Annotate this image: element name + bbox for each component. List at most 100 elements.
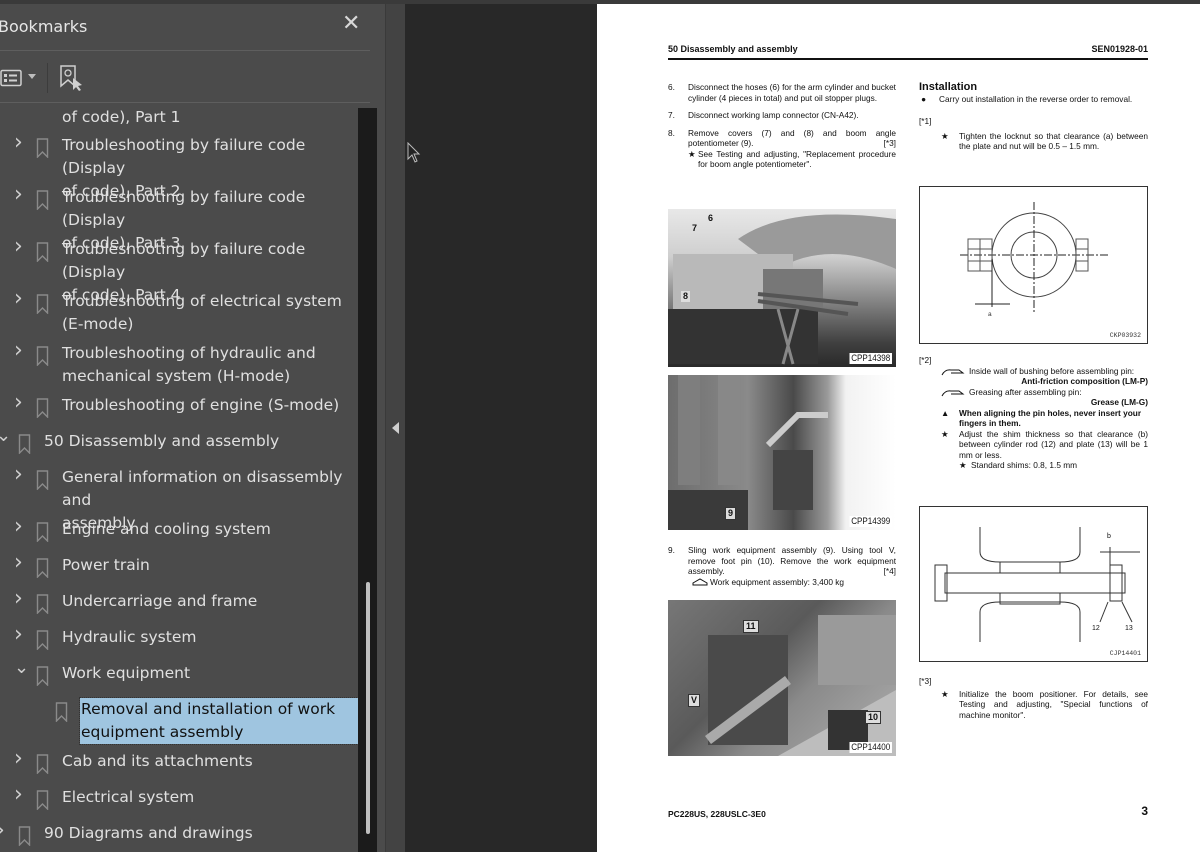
chevron-right-icon[interactable]: ›	[14, 287, 26, 310]
close-icon[interactable]: ✕	[342, 13, 362, 35]
photo-caption: CPP14398	[849, 353, 892, 364]
page-footer-model: PC228US, 228USLC-3E0	[668, 809, 766, 819]
bookmark-item[interactable]: › Power train	[0, 551, 360, 579]
chevron-right-icon[interactable]: ›	[14, 131, 26, 154]
panel-splitter[interactable]	[385, 4, 405, 852]
step-number: 7.	[668, 110, 675, 120]
chevron-right-icon[interactable]: ›	[14, 463, 26, 486]
chevron-right-icon[interactable]: ›	[14, 747, 26, 770]
step-7: 7. Disconnect working lamp connector (CN…	[668, 110, 896, 121]
bookmark-item[interactable]: ⌄ 50 Disassembly and assembly	[0, 425, 360, 455]
chevron-right-icon[interactable]: ›	[14, 551, 26, 574]
step-text: Sling work equipment assembly (9). Using…	[688, 545, 896, 576]
bookmark-label: 50 Disassembly and assembly	[44, 430, 358, 453]
figure-caption: CKP03932	[1109, 332, 1141, 339]
bookmark-item[interactable]: › Troubleshooting by failure code (Displa…	[0, 235, 360, 304]
cylinder-rod-diagram	[934, 527, 1140, 642]
chevron-down-icon[interactable]: ⌄	[0, 424, 11, 447]
bookmark-label-line: mechanical system (H-mode)	[62, 367, 291, 385]
photo-excavator: 6 7 8 CPP14398	[668, 209, 896, 367]
chevron-right-icon[interactable]: ›	[14, 587, 26, 610]
step-text: Disconnect the hoses (6) for the arm cyl…	[688, 82, 896, 103]
bookmark-item[interactable]: › 90 Diagrams and drawings	[0, 819, 360, 847]
chevron-right-icon[interactable]: ›	[14, 515, 26, 538]
excavator-illustration	[668, 214, 896, 365]
callout-8: 8	[681, 291, 691, 302]
bookmark-item[interactable]: › Undercarriage and frame	[0, 587, 360, 615]
step-reference: [*3]	[883, 138, 896, 148]
bookmark-label-line: 50 Disassembly and assembly	[44, 432, 280, 450]
chevron-right-icon[interactable]: ›	[14, 391, 26, 414]
bookmark-item[interactable]: ⌄ Work equipment	[0, 657, 360, 687]
scrollbar-thumb[interactable]	[366, 582, 370, 834]
label-13: 13	[1125, 625, 1133, 632]
collapse-panel-icon[interactable]	[392, 422, 399, 434]
bookmark-icon	[36, 470, 49, 491]
bookmark-label-line: Cab and its attachments	[62, 752, 253, 770]
bookmark-label-line: Troubleshooting of hydraulic and	[62, 344, 316, 362]
bookmark-item[interactable]: › Troubleshooting by failure code (Displa…	[0, 131, 360, 200]
find-current-bookmark-icon[interactable]	[58, 64, 84, 92]
chevron-down-icon[interactable]: ⌄	[14, 656, 29, 679]
chevron-right-icon[interactable]: ›	[0, 819, 8, 842]
chevron-right-icon[interactable]: ›	[14, 183, 26, 206]
bookmark-item[interactable]: › Troubleshooting by failure code (Displa…	[0, 183, 360, 252]
callout-11: 11	[743, 620, 759, 633]
bookmark-label-line: (E-mode)	[62, 315, 134, 333]
bookmark-icon	[36, 190, 49, 211]
bookmark-item[interactable]: › Electrical system	[0, 783, 360, 811]
star-icon: ★	[941, 428, 949, 439]
bookmark-label: of code), Part 1	[62, 108, 358, 129]
bookmark-label: Power train	[62, 554, 358, 577]
photo-caption: CPP14399	[849, 516, 892, 527]
chevron-right-icon[interactable]: ›	[14, 783, 26, 806]
bookmark-label: Work equipment	[62, 662, 358, 685]
bookmark-label-line: equipment assembly	[81, 723, 244, 741]
bookmark-label: 90 Diagrams and drawings	[44, 822, 358, 845]
note-text: See Testing and adjusting, "Replacement …	[698, 148, 896, 170]
warning-note: ▲ When aligning the pin holes, never ins…	[919, 408, 1148, 429]
bookmark-item[interactable]: › Troubleshooting of electrical system (E-…	[0, 287, 360, 336]
lube-text: Greasing after assembling pin:	[969, 386, 1082, 397]
bookmark-item[interactable]: › Cab and its attachments	[0, 747, 360, 775]
list-options-icon[interactable]	[0, 69, 22, 87]
note-text: Initialize the boom positioner. For deta…	[959, 688, 1148, 720]
bookmarks-toolbar	[0, 52, 370, 103]
bookmark-label-line: Troubleshooting by failure code (Display	[62, 188, 306, 229]
note-text: Tighten the locknut so that clearance (a…	[959, 130, 1148, 152]
locknut-diagram	[960, 202, 1110, 312]
bookmark-item[interactable]: › General information on disassembly and a…	[0, 463, 360, 532]
bookmark-icon	[55, 702, 68, 723]
bookmark-item[interactable]: › Hydraulic system	[0, 623, 360, 651]
bookmark-label: Troubleshooting of hydraulic and mechanic…	[62, 342, 358, 388]
bookmark-item[interactable]: › Troubleshooting of engine (S-mode)	[0, 391, 360, 419]
lifting-weight-icon	[692, 577, 708, 585]
installation-bullet: ● Carry out installation in the reverse …	[919, 94, 1148, 105]
bookmark-item[interactable]: › Troubleshooting of hydraulic and mechani…	[0, 339, 360, 388]
step-text: Remove covers (7) and (8) and boom angle…	[688, 127, 896, 149]
chevron-right-icon[interactable]: ›	[14, 339, 26, 362]
ref-3-tag: [*3]	[919, 676, 932, 686]
bookmark-item[interactable]: of code), Part 1	[0, 108, 360, 129]
bookmark-label-line: Hydraulic system	[62, 628, 197, 646]
chevron-right-icon[interactable]: ›	[14, 235, 26, 258]
chevron-right-icon[interactable]: ›	[14, 623, 26, 646]
bookmarks-title: Bookmarks	[0, 17, 88, 36]
bookmark-icon	[36, 294, 49, 315]
chevron-down-icon[interactable]	[28, 74, 36, 79]
step-reference: [*4]	[883, 566, 896, 576]
step-note: ★ See Testing and adjusting, "Replacemen…	[688, 149, 896, 170]
bookmark-tree: of code), Part 1 › Troubleshooting by fail…	[0, 108, 360, 852]
step-text: Disconnect working lamp connector (CN-A4…	[688, 110, 859, 120]
bookmarks-scrollbar[interactable]	[358, 108, 377, 852]
bookmark-item[interactable]: Removal and installation of work equipmen…	[0, 697, 360, 745]
photo-caption: CPP14400	[849, 742, 892, 753]
installation-section: Installation ● Carry out installation in…	[919, 82, 1148, 152]
bookmark-label-line: General information on disassembly and	[62, 468, 343, 509]
bookmark-item[interactable]: › Engine and cooling system	[0, 515, 360, 543]
bookmark-label-line: Power train	[62, 556, 150, 574]
lube-value-2: Grease (LM-G)	[1090, 397, 1148, 407]
installation-title: Installation	[919, 81, 978, 93]
lube-text: Inside wall of bushing before assembling…	[969, 365, 1135, 376]
bookmark-label-line: Troubleshooting of electrical system	[62, 292, 342, 310]
